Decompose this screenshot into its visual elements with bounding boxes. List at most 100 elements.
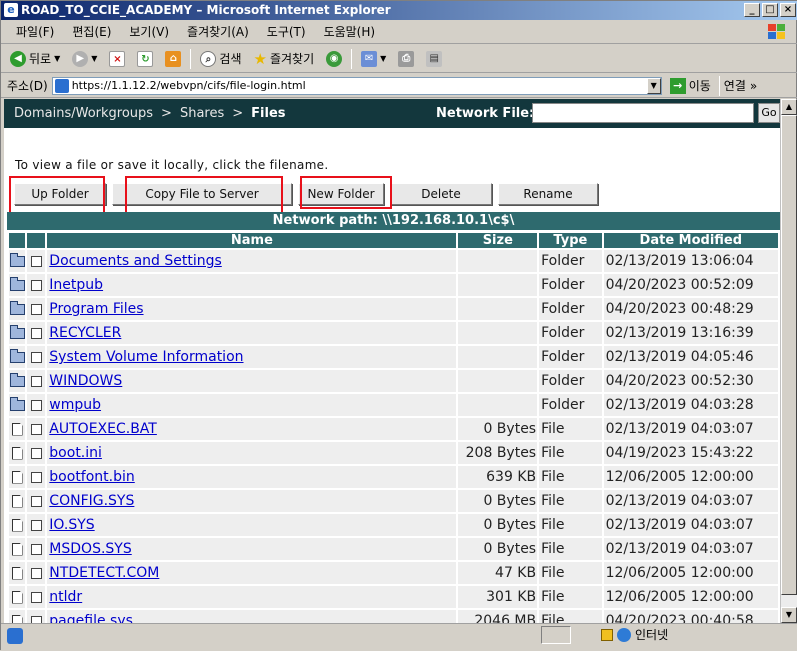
- row-checkbox-cell[interactable]: [25, 512, 48, 538]
- row-checkbox[interactable]: [30, 519, 42, 531]
- header-date[interactable]: Date Modified: [601, 231, 780, 250]
- row-checkbox-cell[interactable]: [25, 344, 48, 370]
- row-checkbox-cell[interactable]: [25, 488, 48, 514]
- menu-help[interactable]: 도움말(H): [315, 23, 385, 40]
- crumb-domains[interactable]: Domains/Workgroups: [14, 106, 153, 121]
- address-dropdown-icon[interactable]: ▼: [646, 77, 661, 94]
- table-row[interactable]: Documents and Settings Folder 02/13/2019 1…: [6, 248, 780, 274]
- stop-button[interactable]: ×: [106, 48, 128, 70]
- go-button[interactable]: → 이동: [666, 77, 715, 94]
- up-folder-button[interactable]: Up Folder: [14, 183, 106, 205]
- file-link[interactable]: RECYCLER: [49, 325, 121, 341]
- header-size[interactable]: Size: [456, 231, 540, 250]
- file-link[interactable]: AUTOEXEC.BAT: [49, 421, 157, 437]
- table-row[interactable]: RECYCLER Folder 02/13/2019 13:16:39: [6, 320, 780, 346]
- file-link[interactable]: IO.SYS: [49, 517, 94, 533]
- network-file-input[interactable]: [532, 103, 754, 123]
- row-checkbox[interactable]: [30, 303, 42, 315]
- menu-view[interactable]: 보기(V): [120, 23, 178, 40]
- table-row[interactable]: Inetpub Folder 04/20/2023 00:52:09: [6, 272, 780, 298]
- search-button[interactable]: ⌕ 검색: [197, 48, 244, 70]
- table-row[interactable]: pagefile.sys 2046 MB File 04/20/2023 00:40:…: [6, 608, 780, 623]
- header-name[interactable]: Name: [45, 231, 459, 250]
- row-checkbox-cell[interactable]: [25, 368, 48, 394]
- minimize-button[interactable]: _: [744, 3, 760, 17]
- file-link[interactable]: WINDOWS: [49, 373, 122, 389]
- table-row[interactable]: WINDOWS Folder 04/20/2023 00:52:30: [6, 368, 780, 394]
- row-checkbox[interactable]: [30, 375, 42, 387]
- table-row[interactable]: MSDOS.SYS 0 Bytes File 02/13/2019 04:03:07: [6, 536, 780, 562]
- file-link[interactable]: NTDETECT.COM: [49, 565, 159, 581]
- home-button[interactable]: ⌂: [162, 48, 184, 70]
- row-checkbox[interactable]: [30, 495, 42, 507]
- table-row[interactable]: ntldr 301 KB File 12/06/2005 12:00:00: [6, 584, 780, 610]
- scroll-down-icon[interactable]: ▼: [781, 607, 797, 623]
- file-link[interactable]: pagefile.sys: [49, 613, 133, 623]
- chevron-right-icon[interactable]: »: [750, 79, 757, 93]
- favorites-button[interactable]: ★ 즐겨찾기: [251, 48, 318, 70]
- edit-button[interactable]: ▤: [423, 48, 445, 70]
- row-checkbox-cell[interactable]: [25, 392, 48, 418]
- forward-button[interactable]: ▶ ▼: [69, 48, 100, 70]
- refresh-button[interactable]: ↻: [134, 48, 156, 70]
- file-link[interactable]: Program Files: [49, 301, 143, 317]
- row-checkbox-cell[interactable]: [25, 536, 48, 562]
- row-checkbox[interactable]: [30, 399, 42, 411]
- file-link[interactable]: MSDOS.SYS: [49, 541, 131, 557]
- table-row[interactable]: IO.SYS 0 Bytes File 02/13/2019 04:03:07: [6, 512, 780, 538]
- header-type[interactable]: Type: [537, 231, 604, 250]
- table-row[interactable]: bootfont.bin 639 KB File 12/06/2005 12:00:0…: [6, 464, 780, 490]
- table-row[interactable]: Program Files Folder 04/20/2023 00:48:29: [6, 296, 780, 322]
- delete-button[interactable]: Delete: [390, 183, 492, 205]
- file-link[interactable]: CONFIG.SYS: [49, 493, 134, 509]
- address-input[interactable]: https://1.1.12.2/webvpn/cifs/file-login.…: [51, 76, 662, 95]
- row-checkbox-cell[interactable]: [25, 560, 48, 586]
- rename-button[interactable]: Rename: [498, 183, 598, 205]
- file-link[interactable]: Inetpub: [49, 277, 103, 293]
- mail-button[interactable]: ✉ ▼: [358, 48, 389, 70]
- table-row[interactable]: NTDETECT.COM 47 KB File 12/06/2005 12:00:00: [6, 560, 780, 586]
- back-button[interactable]: ◀ 뒤로 ▼: [7, 48, 63, 70]
- scroll-thumb[interactable]: [781, 115, 797, 595]
- menu-tools[interactable]: 도구(T): [258, 23, 315, 40]
- row-checkbox[interactable]: [30, 351, 42, 363]
- table-row[interactable]: System Volume Information Folder 02/13/201…: [6, 344, 780, 370]
- row-checkbox-cell[interactable]: [25, 320, 48, 346]
- row-checkbox-cell[interactable]: [25, 464, 48, 490]
- row-checkbox[interactable]: [30, 591, 42, 603]
- maximize-button[interactable]: □: [762, 3, 778, 17]
- row-checkbox-cell[interactable]: [25, 248, 48, 274]
- row-checkbox[interactable]: [30, 255, 42, 267]
- print-button[interactable]: ⎙: [395, 48, 417, 70]
- row-checkbox[interactable]: [30, 423, 42, 435]
- table-row[interactable]: wmpub Folder 02/13/2019 04:03:28: [6, 392, 780, 418]
- file-link[interactable]: System Volume Information: [49, 349, 243, 365]
- media-button[interactable]: ◉: [323, 48, 345, 70]
- table-row[interactable]: CONFIG.SYS 0 Bytes File 02/13/2019 04:03:07: [6, 488, 780, 514]
- row-checkbox[interactable]: [30, 567, 42, 579]
- row-checkbox[interactable]: [30, 279, 42, 291]
- new-folder-button[interactable]: New Folder: [298, 183, 384, 205]
- row-checkbox[interactable]: [30, 615, 42, 623]
- row-checkbox-cell[interactable]: [25, 272, 48, 298]
- file-link[interactable]: wmpub: [49, 397, 101, 413]
- close-button[interactable]: ×: [780, 3, 796, 17]
- file-link[interactable]: ntldr: [49, 589, 82, 605]
- row-checkbox-cell[interactable]: [25, 416, 48, 442]
- row-checkbox[interactable]: [30, 327, 42, 339]
- file-link[interactable]: boot.ini: [49, 445, 102, 461]
- table-row[interactable]: boot.ini 208 Bytes File 04/19/2023 15:43:22: [6, 440, 780, 466]
- menu-edit[interactable]: 편집(E): [63, 23, 120, 40]
- row-checkbox-cell[interactable]: [25, 440, 48, 466]
- menu-file[interactable]: 파일(F): [7, 23, 63, 40]
- scroll-up-icon[interactable]: ▲: [781, 99, 797, 115]
- row-checkbox-cell[interactable]: [25, 608, 48, 623]
- file-link[interactable]: bootfont.bin: [49, 469, 134, 485]
- row-checkbox[interactable]: [30, 447, 42, 459]
- row-checkbox-cell[interactable]: [25, 584, 48, 610]
- crumb-shares[interactable]: Shares: [180, 106, 224, 121]
- table-row[interactable]: AUTOEXEC.BAT 0 Bytes File 02/13/2019 04:03:…: [6, 416, 780, 442]
- row-checkbox[interactable]: [30, 471, 42, 483]
- file-link[interactable]: Documents and Settings: [49, 253, 221, 269]
- row-checkbox-cell[interactable]: [25, 296, 48, 322]
